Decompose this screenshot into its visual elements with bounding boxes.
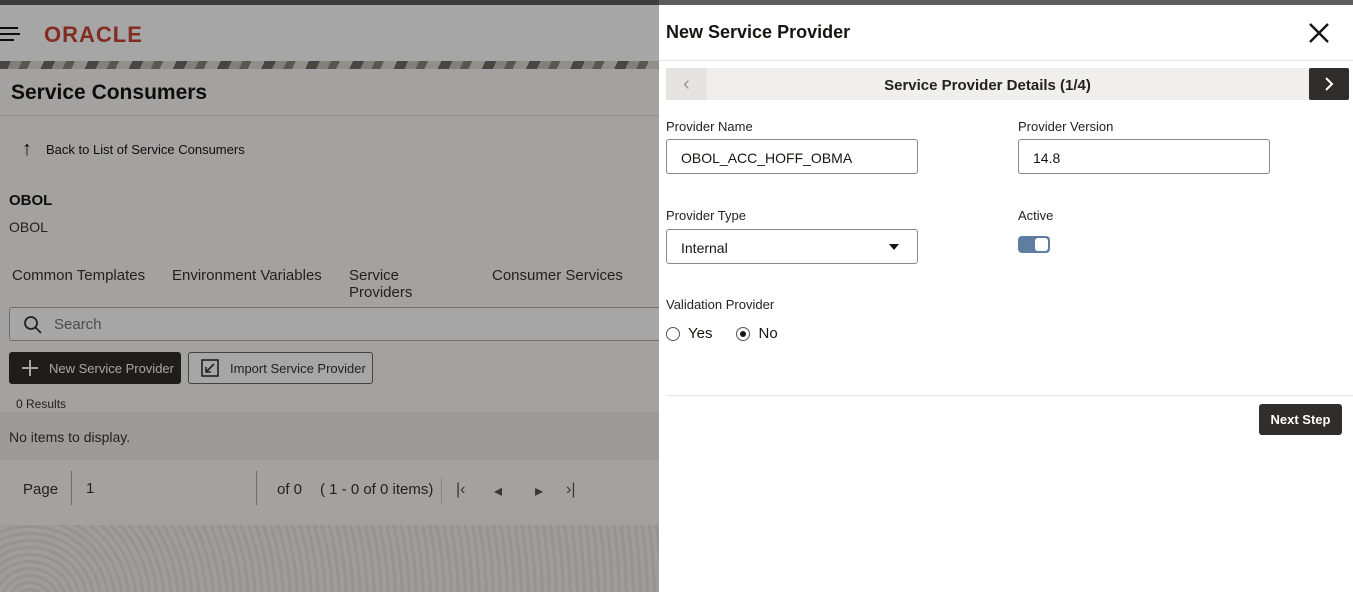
modal-overlay[interactable] [0,0,659,592]
radio-yes-label: Yes [688,325,713,342]
step-title: Service Provider Details (1/4) [884,77,1091,94]
provider-name-input[interactable]: OBOL_ACC_HOFF_OBMA [666,139,918,174]
provider-type-label: Provider Type [666,208,746,223]
new-service-provider-drawer: New Service Provider Service Provider De… [659,5,1353,592]
next-step-button[interactable]: Next Step [1259,404,1342,435]
caret-down-icon [889,244,899,250]
drawer-divider [659,60,1353,61]
step-navigation: Service Provider Details (1/4) ‹ [666,68,1349,100]
radio-yes[interactable] [666,326,680,341]
drawer-title: New Service Provider [666,22,851,42]
chevron-right-icon [1325,77,1334,91]
provider-version-label: Provider Version [1018,119,1114,134]
active-label: Active [1018,208,1054,223]
footer-divider [666,395,1353,396]
radio-option-yes[interactable]: Yes [666,325,712,342]
provider-type-value: Internal [681,240,728,256]
close-icon[interactable] [1307,21,1331,45]
validation-provider-radio-group: Yes No [666,325,802,342]
toggle-knob [1035,238,1048,251]
provider-name-label: Provider Name [666,119,753,134]
provider-type-select[interactable]: Internal [666,229,918,264]
previous-step-button[interactable]: ‹ [666,68,707,100]
radio-no-label: No [758,325,778,342]
provider-version-input[interactable]: 14.8 [1018,139,1270,174]
radio-no[interactable] [736,326,751,341]
next-step-arrow-button[interactable] [1309,68,1349,100]
validation-provider-label: Validation Provider [666,297,775,312]
radio-option-no[interactable]: No [736,325,778,342]
active-toggle[interactable] [1018,236,1050,253]
chevron-left-icon: ‹ [683,72,690,95]
